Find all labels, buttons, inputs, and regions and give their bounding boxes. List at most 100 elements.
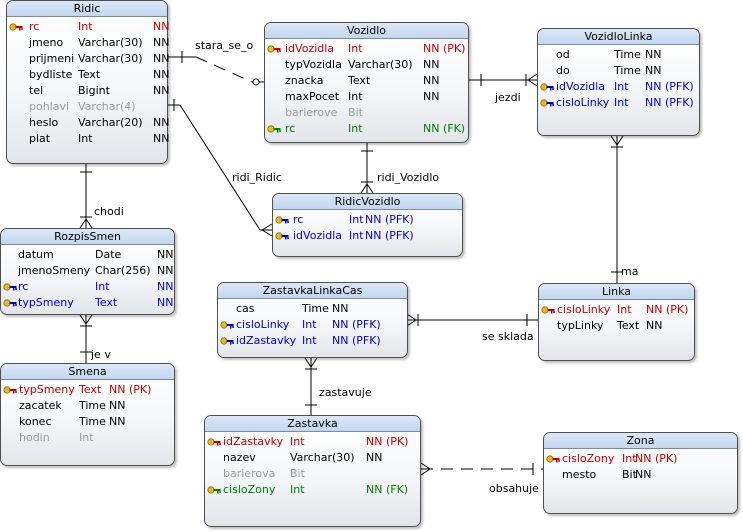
primary-foreign-key-icon <box>540 99 554 107</box>
attribute-flags: NN <box>423 90 440 103</box>
attribute-row[interactable]: cas Time NN <box>218 301 407 317</box>
entity-vozidlo[interactable]: Vozidlo idVozidla Int NN (PK) typVozidla Var… <box>264 22 469 143</box>
attribute-row[interactable]: cisloLinky Int NN (PFK) <box>538 95 699 111</box>
attribute-row[interactable]: jmeno Varchar(30) NN <box>7 35 170 51</box>
attribute-flags: NN <box>153 36 170 49</box>
attribute-row[interactable]: rc Int NN (FK) <box>265 121 468 137</box>
attribute-flags: NN <box>157 264 174 277</box>
attribute-type: Varchar(4) <box>78 100 136 113</box>
attribute-row[interactable]: rc Int NN <box>1 279 174 295</box>
attribute-name: maxPocet <box>285 90 340 103</box>
attribute-row[interactable]: idVozidla Int NN (PK) <box>265 41 468 57</box>
attribute-type: Char(256) <box>95 264 151 277</box>
attribute-row[interactable]: datum Date NN <box>1 247 174 263</box>
entity-ridicvozidlo[interactable]: RidicVozidlo rc Int NN (PFK) idVozidla Int NN… <box>272 193 463 257</box>
attribute-name: nazev <box>223 451 256 464</box>
attribute-row[interactable]: cisloLinky Int NN (PFK) <box>218 317 407 333</box>
attribute-name: typLinky <box>557 319 604 332</box>
rel-label-stara-se-o: stara_se_o <box>195 39 254 52</box>
attribute-type: Varchar(20) <box>78 116 143 129</box>
attribute-row[interactable]: rc Int NN (PFK) <box>273 212 462 228</box>
rel-label-je-v: je v <box>91 348 111 361</box>
entity-linka[interactable]: Linka cisloLinky Int NN (PK) typLinky Text NN <box>538 283 695 361</box>
attribute-flags: NN <box>366 451 383 464</box>
attribute-row[interactable]: prijmeni Varchar(30) NN <box>7 51 169 67</box>
attribute-row[interactable]: do Time NN <box>538 63 699 79</box>
entity-title: ZastavkaLinkaCas <box>218 283 407 299</box>
attribute-type: Text <box>95 296 118 309</box>
entity-zona[interactable]: Zona cisloZony Int NN (PK) mesto Bit NN <box>543 432 738 514</box>
attribute-row[interactable]: tel Bigint NN <box>7 83 170 99</box>
attribute-row[interactable]: heslo Varchar(20) NN <box>7 115 169 131</box>
attribute-flags: NN <box>157 280 174 293</box>
rel-label-obsahuje: obsahuje <box>489 482 539 495</box>
attribute-type: Bit <box>348 106 363 119</box>
attribute-row[interactable]: typVozidla Varchar(30) NN <box>265 57 468 73</box>
link-chodi <box>79 164 93 229</box>
attribute-row[interactable]: pohlavi Varchar(4) <box>7 99 167 115</box>
attribute-row[interactable]: mesto Bit NN <box>544 467 737 483</box>
attribute-row[interactable]: plat Int NN <box>7 131 170 147</box>
rel-label-jezdi: jezdi <box>495 91 521 104</box>
primary-foreign-key-icon <box>220 321 234 329</box>
attribute-row[interactable]: typSmeny Text NN <box>1 295 174 311</box>
attribute-flags: NN <box>635 468 652 481</box>
attribute-row[interactable]: maxPocet Int NN <box>265 89 468 105</box>
attribute-row[interactable]: rc Int NN <box>7 19 170 35</box>
attribute-row[interactable]: cisloZony Int NN (FK) <box>205 482 420 498</box>
entity-zastavkalinkacas[interactable]: ZastavkaLinkaCas cas Time NN cisloLinky Int N… <box>217 282 408 358</box>
attribute-flags: NN (PFK) <box>332 318 381 331</box>
primary-key-icon <box>207 438 221 446</box>
attribute-name: barierova <box>223 467 276 480</box>
attribute-type: Time <box>614 48 641 61</box>
entity-zastavka[interactable]: Zastavka idZastavky Int NN (PK) nazev Varcha… <box>204 415 421 527</box>
attribute-row[interactable]: idZastavky Int NN (PK) <box>205 434 420 450</box>
attribute-flags: NN <box>153 84 170 97</box>
attribute-flags: NN (PFK) <box>332 334 381 347</box>
attribute-row[interactable]: bydliste Text NN <box>7 67 170 83</box>
link-ma <box>610 135 624 283</box>
attribute-flags: NN <box>153 68 170 81</box>
attribute-row[interactable]: konec Time NN <box>1 414 174 430</box>
link-jezdi <box>468 73 538 87</box>
attribute-name: typVozidla <box>285 58 342 71</box>
attribute-row[interactable]: barierova Bit <box>205 466 420 482</box>
attribute-row[interactable]: znacka Text NN <box>265 73 468 89</box>
attribute-flags: NN <box>157 296 174 309</box>
primary-foreign-key-icon <box>3 299 17 307</box>
attribute-row[interactable]: barierove Bit <box>265 105 468 121</box>
attribute-row[interactable]: idVozidla Int NN (PFK) <box>273 228 462 244</box>
attribute-row[interactable]: zacatek Time NN <box>1 398 174 414</box>
attribute-flags: NN (PK) <box>635 452 678 465</box>
attribute-row[interactable]: jmenoSmeny Char(256) NN <box>1 263 174 279</box>
attribute-type: Int <box>349 213 364 226</box>
attribute-type: Varchar(30) <box>290 451 355 464</box>
attribute-row[interactable]: typLinky Text NN <box>539 318 694 334</box>
attribute-flags: NN <box>153 132 170 145</box>
entity-vozidlolinka[interactable]: VozidloLinka od Time NN do Time NN idVozidla In… <box>537 28 700 136</box>
attribute-row[interactable]: cisloZony Int NN (PK) <box>544 451 737 467</box>
entity-rozpissmen[interactable]: RozpisSmen datum Date NN jmenoSmeny Char(256… <box>0 228 175 315</box>
attribute-row[interactable]: cisloLinky Int NN (PK) <box>539 302 694 318</box>
primary-foreign-key-icon <box>3 283 17 291</box>
rel-label-zastavuje: zastavuje <box>319 386 372 399</box>
attribute-type: Int <box>78 20 93 33</box>
attribute-flags: NN (FK) <box>366 483 409 496</box>
entity-title: VozidloLinka <box>538 29 699 45</box>
attribute-row[interactable]: idZastavky Int NN (PFK) <box>218 333 407 349</box>
attribute-type: Time <box>302 302 329 315</box>
attribute-row[interactable]: hodin Int <box>1 430 174 446</box>
foreign-key-icon <box>207 486 221 494</box>
attribute-flags: NN <box>423 74 440 87</box>
attribute-row[interactable]: idVozidla Int NN (PFK) <box>538 79 699 95</box>
link-se-sklada <box>406 313 538 327</box>
attribute-flags: NN <box>332 302 349 315</box>
attribute-flags: NN <box>153 20 170 33</box>
attribute-row[interactable]: typSmeny Text NN (PK) <box>1 382 174 398</box>
attribute-name: idVozidla <box>293 229 343 242</box>
attribute-row[interactable]: od Time NN <box>538 47 699 63</box>
attribute-type: Int <box>95 280 110 293</box>
entity-smena[interactable]: Smena typSmeny Text NN (PK) zacatek Time NN ko… <box>0 363 175 466</box>
entity-ridic[interactable]: Ridic rc Int NN jmeno Varchar(30) NN prijmeni V… <box>6 0 170 164</box>
attribute-row[interactable]: nazev Varchar(30) NN <box>205 450 420 466</box>
